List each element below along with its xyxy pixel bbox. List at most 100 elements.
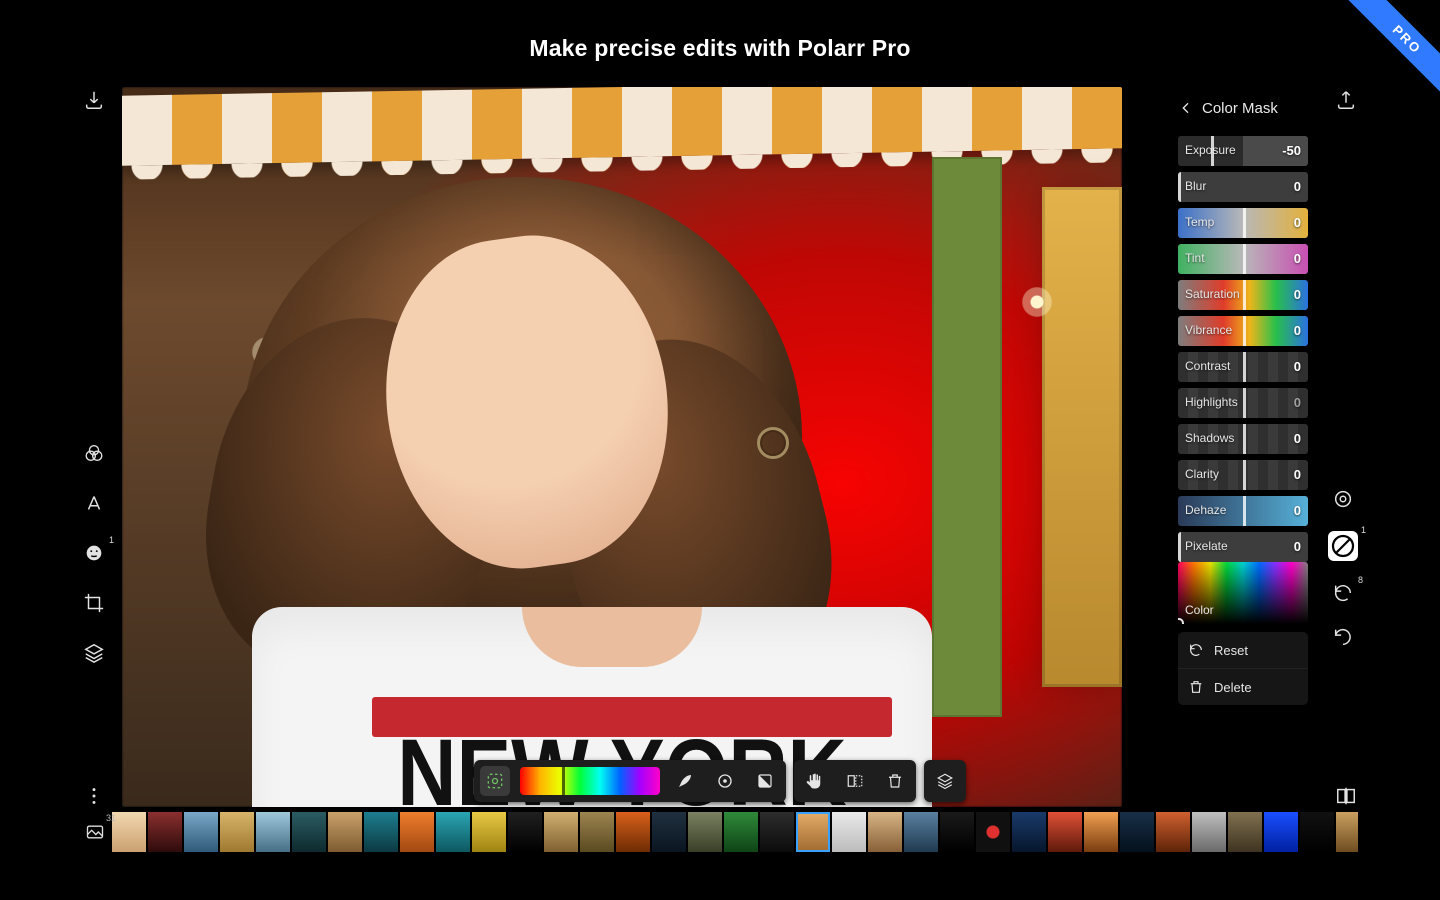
color-picker[interactable]: Color — [1178, 562, 1308, 624]
shirt-subtext: P O W E R O F G I — [312, 695, 932, 711]
slider-dehaze[interactable]: Dehaze0 — [1178, 496, 1308, 526]
history-icon[interactable] — [1331, 581, 1355, 605]
slider-label: Vibrance — [1185, 323, 1232, 337]
thumbnail[interactable] — [1012, 812, 1046, 852]
invert-icon[interactable] — [750, 766, 780, 796]
thumbnail[interactable] — [1300, 812, 1334, 852]
thumbnail[interactable] — [112, 812, 146, 852]
pan-icon[interactable] — [800, 766, 830, 796]
panel-title: Color Mask — [1202, 100, 1278, 117]
thumbnail[interactable] — [1336, 812, 1358, 852]
export-icon[interactable] — [1334, 88, 1358, 112]
slider-vibrance[interactable]: Vibrance 0 — [1178, 316, 1308, 346]
thumbnail[interactable] — [184, 812, 218, 852]
split-icon[interactable] — [840, 766, 870, 796]
slider-temp[interactable]: Temp 0 — [1178, 208, 1308, 238]
slider-label: Contrast — [1185, 359, 1230, 373]
slider-value: 0 — [1294, 431, 1301, 446]
slider-label: Shadows — [1185, 431, 1234, 445]
layers-icon[interactable] — [82, 641, 106, 665]
slider-contrast[interactable]: Contrast 0 — [1178, 352, 1308, 382]
thumbnail[interactable] — [400, 812, 434, 852]
target-icon[interactable] — [1331, 487, 1355, 511]
slider-tint[interactable]: Tint0 — [1178, 244, 1308, 274]
feather-icon[interactable] — [670, 766, 700, 796]
text-icon[interactable] — [82, 491, 106, 515]
compare-icon[interactable] — [1334, 784, 1358, 808]
slider-value: 0 — [1294, 215, 1301, 230]
thumbnail[interactable] — [1120, 812, 1154, 852]
slider-shadows[interactable]: Shadows 0 — [1178, 424, 1308, 454]
color-picker-ring[interactable] — [757, 427, 789, 459]
thumbnail[interactable] — [616, 812, 650, 852]
thumbnail[interactable] — [148, 812, 182, 852]
gallery-icon[interactable]: 31 — [82, 819, 108, 845]
slider-pixelate[interactable]: Pixelate0 — [1178, 532, 1308, 562]
photo-canvas[interactable]: P O W E R O F G I NEW YORK 1998 — [122, 87, 1122, 807]
slider-value: 0 — [1294, 323, 1301, 338]
crop-icon[interactable] — [82, 591, 106, 615]
delete-button[interactable]: Delete — [1178, 668, 1308, 705]
thumbnail[interactable] — [1228, 812, 1262, 852]
slider-highlights[interactable]: Highlights0 — [1178, 388, 1308, 418]
thumbnail[interactable] — [328, 812, 362, 852]
thumbnail[interactable] — [940, 812, 974, 852]
slider-value: 0 — [1294, 179, 1301, 194]
slider-saturation[interactable]: Saturation0 — [1178, 280, 1308, 310]
radius-icon[interactable] — [710, 766, 740, 796]
back-icon[interactable] — [1178, 100, 1194, 116]
slider-label: Tint — [1185, 251, 1205, 265]
slider-label: Highlights — [1185, 395, 1238, 409]
slider-clarity[interactable]: Clarity 0 — [1178, 460, 1308, 490]
slider-value: 0 — [1294, 359, 1301, 374]
import-icon[interactable] — [82, 88, 106, 112]
thumbnail[interactable] — [292, 812, 326, 852]
thumbnail[interactable] — [1264, 812, 1298, 852]
overlays-icon[interactable] — [82, 441, 106, 465]
reset-button[interactable]: Reset — [1178, 632, 1308, 668]
thumbnail[interactable] — [436, 812, 470, 852]
thumbnail[interactable] — [652, 812, 686, 852]
hue-strip[interactable] — [520, 767, 660, 795]
thumbnail[interactable] — [544, 812, 578, 852]
thumbnail[interactable] — [472, 812, 506, 852]
thumbnail[interactable] — [976, 812, 1010, 852]
thumbnail[interactable] — [220, 812, 254, 852]
magic-select-icon[interactable] — [480, 766, 510, 796]
slider-value: 0 — [1294, 467, 1301, 482]
thumbnail[interactable] — [1048, 812, 1082, 852]
stack-icon[interactable] — [930, 766, 960, 796]
undo-icon[interactable] — [1331, 625, 1355, 649]
slider-value: 0 — [1294, 503, 1301, 518]
thumbnail[interactable] — [688, 812, 722, 852]
slider-label: Temp — [1185, 215, 1214, 229]
thumbnail[interactable] — [724, 812, 758, 852]
thumbnail[interactable] — [364, 812, 398, 852]
thumbnail[interactable] — [256, 812, 290, 852]
thumbnail[interactable] — [580, 812, 614, 852]
face-icon[interactable] — [82, 541, 106, 565]
filmstrip: 31 — [82, 812, 1358, 852]
mask-tool-icon[interactable] — [1328, 531, 1358, 561]
panel-header[interactable]: Color Mask — [1178, 88, 1308, 128]
tagline: Make precise edits with Polarr Pro — [529, 35, 910, 62]
thumbnail[interactable] — [904, 812, 938, 852]
bottom-toolbar — [474, 760, 966, 802]
thumbnail[interactable] — [1192, 812, 1226, 852]
slider-label: Clarity — [1185, 467, 1219, 481]
slider-exposure[interactable]: Exposure-50 — [1178, 136, 1308, 166]
thumbnail[interactable] — [1084, 812, 1118, 852]
more-icon[interactable] — [82, 784, 106, 808]
adjust-panel: Color Mask Exposure-50Blur0Temp0Tint0Sat… — [1178, 88, 1308, 705]
trash-icon[interactable] — [880, 766, 910, 796]
thumbnail[interactable] — [760, 812, 794, 852]
thumbnail[interactable] — [1156, 812, 1190, 852]
thumbnail[interactable] — [868, 812, 902, 852]
thumbnail[interactable] — [508, 812, 542, 852]
thumbnail[interactable] — [832, 812, 866, 852]
gallery-count: 31 — [106, 813, 116, 823]
slider-blur[interactable]: Blur0 — [1178, 172, 1308, 202]
slider-label: Pixelate — [1185, 539, 1228, 553]
thumbnail[interactable] — [796, 812, 830, 852]
left-toolrail — [82, 88, 118, 808]
